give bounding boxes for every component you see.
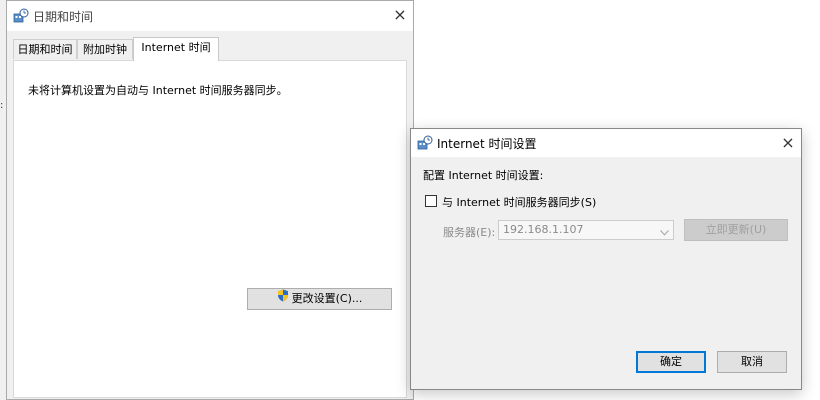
tab-date-time[interactable]: 日期和时间 — [13, 39, 77, 59]
internet-time-settings-dialog: Internet 时间设置 × 配置 Internet 时间设置: 与 Inte… — [410, 128, 802, 390]
server-combobox[interactable]: 192.168.1.107 — [498, 220, 674, 240]
server-value: 192.168.1.107 — [503, 223, 584, 236]
clock-globe-icon — [13, 8, 29, 24]
tab-additional-clocks[interactable]: 附加时钟 — [77, 39, 133, 59]
sync-checkbox[interactable] — [425, 195, 437, 207]
background-text-fragment: : — [0, 100, 4, 111]
change-settings-label: 更改设置(C)... — [291, 292, 363, 305]
window-title: 日期和时间 — [33, 10, 94, 24]
ok-button[interactable]: 确定 — [636, 351, 706, 373]
date-time-window: 日期和时间 × 日期和时间 附加时钟 Internet 时间 未将计算机设置为自… — [6, 0, 414, 400]
uac-shield-icon — [277, 289, 289, 309]
change-settings-button[interactable]: 更改设置(C)... — [247, 288, 392, 310]
chevron-down-icon — [660, 226, 669, 239]
dialog-title: Internet 时间设置 — [437, 137, 537, 151]
title-bar[interactable]: 日期和时间 × — [7, 1, 413, 31]
tab-internet-time[interactable]: Internet 时间 — [133, 37, 219, 61]
sync-checkbox-label[interactable]: 与 Internet 时间服务器同步(S) — [442, 194, 596, 210]
clock-globe-icon — [417, 135, 433, 151]
cancel-button[interactable]: 取消 — [717, 351, 787, 373]
internet-time-panel: 未将计算机设置为自动与 Internet 时间服务器同步。 更改设置(C)... — [13, 60, 407, 398]
config-label: 配置 Internet 时间设置: — [423, 169, 544, 182]
dialog-title-bar[interactable]: Internet 时间设置 × — [411, 129, 801, 157]
sync-status-text: 未将计算机设置为自动与 Internet 时间服务器同步。 — [28, 84, 288, 97]
dialog-close-button[interactable]: × — [773, 129, 803, 157]
update-now-button[interactable]: 立即更新(U) — [684, 219, 788, 241]
server-label: 服务器(E): — [443, 226, 496, 239]
close-button[interactable]: × — [385, 1, 415, 29]
